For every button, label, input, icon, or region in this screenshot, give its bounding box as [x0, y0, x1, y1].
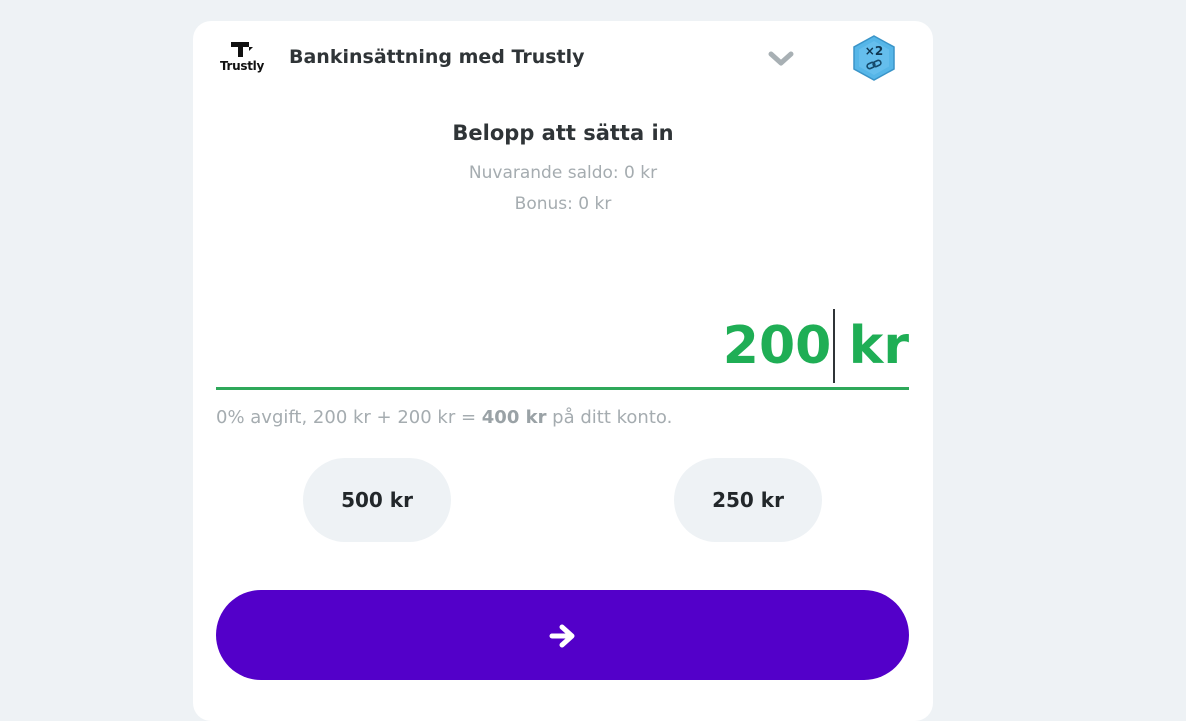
trustly-logo-text: Trustly	[219, 59, 265, 73]
deposit-card: Trustly Bankinsättning med Trustly ×2 Be…	[193, 21, 933, 721]
fee-summary-prefix: 0% avgift, 200 kr + 200 kr =	[216, 407, 482, 428]
submit-deposit-button[interactable]	[216, 590, 909, 680]
bonus-badge-label: ×2	[864, 44, 884, 58]
preset-amount-500-button[interactable]: 500 kr	[303, 458, 451, 542]
currency-label: kr	[848, 316, 909, 376]
current-balance: Nuvarande saldo: 0 kr	[468, 163, 658, 183]
deposit-amount-heading: Belopp att sätta in	[452, 121, 674, 145]
amount-display[interactable]: kr	[722, 309, 909, 383]
trustly-mark-icon	[231, 42, 253, 57]
payment-method-title: Bankinsättning med Trustly	[289, 46, 585, 68]
fee-summary-total: 400 kr	[481, 407, 547, 428]
amount-input[interactable]	[722, 316, 831, 376]
text-caret	[832, 309, 835, 383]
payment-method-header[interactable]: Trustly Bankinsättning med Trustly ×2	[193, 21, 933, 95]
fee-summary-suffix: på ditt konto.	[546, 407, 673, 428]
preset-amount-250-button[interactable]: 250 kr	[674, 458, 822, 542]
fee-summary: 0% avgift, 200 kr + 200 kr = 400 kr på d…	[216, 407, 672, 428]
amount-underline	[216, 387, 909, 390]
hexagon-badge-icon	[853, 35, 895, 81]
trustly-logo: Trustly	[219, 41, 265, 75]
bonus-multiplier-badge[interactable]: ×2	[851, 35, 897, 81]
chevron-down-icon[interactable]	[767, 49, 795, 69]
bonus-balance: Bonus: 0 kr	[514, 194, 612, 214]
amount-field[interactable]: kr	[216, 297, 909, 391]
arrow-right-icon	[549, 624, 575, 648]
